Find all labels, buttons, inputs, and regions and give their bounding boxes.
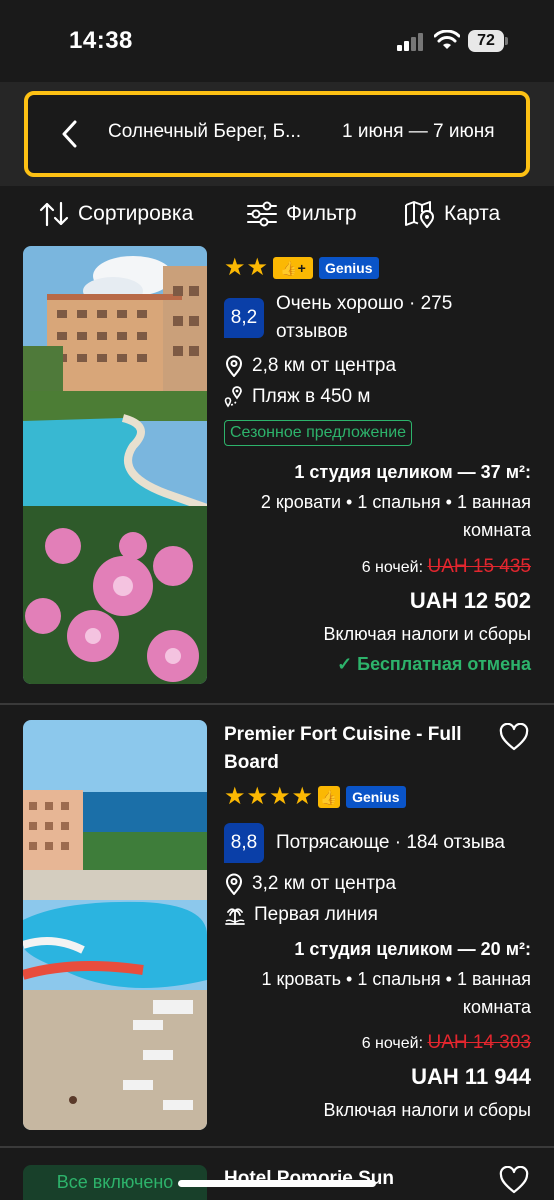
home-indicator[interactable] <box>178 1180 376 1187</box>
nights-label: 6 ночей: <box>361 1035 424 1052</box>
sort-label: Сортировка <box>78 202 194 225</box>
taxes-note: Включая налоги и сборы <box>323 624 531 644</box>
hotel-photo[interactable] <box>23 720 207 1130</box>
search-destination[interactable]: Солнечный Берег, Б... <box>108 121 301 143</box>
back-arrow-icon[interactable] <box>56 119 86 149</box>
star-icon: ★ <box>224 783 246 810</box>
price-nights-row: 6 ночей: UAH 14 303 <box>362 1032 531 1054</box>
hotel-card[interactable]: ★ ★ 👍+ Genius 8,2 Очень хорошо · 275 отз… <box>0 244 554 704</box>
results-toolbar: Сортировка Фильтр Карта <box>0 186 554 244</box>
distance-text: 2,8 км от центра <box>252 355 397 376</box>
palm-tree-icon <box>225 908 245 925</box>
current-price: UAH 12 502 <box>409 588 531 613</box>
room-detail: 1 кровать • 1 спальня • 1 ванная комната <box>261 969 531 1017</box>
star-icon: ★ <box>246 783 269 810</box>
beach-text: Первая линия <box>254 904 378 925</box>
distance-row: 3,2 км от центра <box>224 873 396 895</box>
star-rating: ★ ★ 👍+ Genius <box>224 256 379 280</box>
beach-text: Пляж в 450 м <box>252 386 371 407</box>
beach-row: Пляж в 450 м <box>224 386 370 408</box>
filter-label: Фильтр <box>286 202 357 225</box>
star-icon: ★ <box>246 254 269 281</box>
old-price: UAH 15 435 <box>427 556 531 577</box>
current-price: UAH 11 944 <box>411 1064 531 1089</box>
nights-label: 6 ночей: <box>361 559 424 576</box>
location-pin-icon <box>225 873 243 895</box>
search-dates[interactable]: 1 июня — 7 июня <box>342 121 495 143</box>
distance-text: 3,2 км от центра <box>252 873 397 894</box>
hotel-card[interactable]: Premier Fort Cuisine - Full Board ★ ★ ★ … <box>0 705 554 1145</box>
genius-badge: Genius <box>319 257 379 279</box>
taxes-note: Включая налоги и сборы <box>323 1100 531 1120</box>
status-bar: 14:38 72 <box>0 0 554 82</box>
cellular-signal-icon <box>397 33 423 51</box>
search-header: Солнечный Берег, Б... 1 июня — 7 июня <box>0 82 554 186</box>
map-label: Карта <box>444 202 501 225</box>
room-title: 1 студия целиком — 20 м²: <box>294 939 531 959</box>
sort-icon <box>39 201 69 227</box>
location-pin-icon <box>225 355 243 377</box>
price-nights-row: 6 ночей: UAH 15 435 <box>362 556 531 578</box>
map-icon <box>405 201 435 228</box>
sort-button[interactable]: Сортировка <box>38 200 193 228</box>
battery-icon: 72 <box>468 30 508 52</box>
review-summary: Потрясающе · 184 отзыва <box>276 832 505 853</box>
star-icon: ★ <box>291 783 314 810</box>
filter-button[interactable]: Фильтр <box>246 200 357 228</box>
hotel-name[interactable]: Hotel Pomorie Sun <box>224 1165 464 1193</box>
card-divider <box>0 1146 554 1148</box>
distance-row: 2,8 км от центра <box>224 355 396 377</box>
search-summary-box[interactable]: Солнечный Берег, Б... 1 июня — 7 июня <box>24 91 530 177</box>
wifi-icon <box>434 30 460 49</box>
route-pin-icon <box>224 386 242 408</box>
seasonal-deal-badge: Сезонное предложение <box>224 420 413 446</box>
room-detail: 2 кровати • 1 спальня • 1 ванная комната <box>260 492 531 540</box>
genius-badge: Genius <box>346 786 406 808</box>
preferred-partner-badge: 👍 <box>318 786 341 808</box>
filter-icon <box>247 201 277 227</box>
review-summary: Очень хорошо · 275 отзывов <box>276 293 453 342</box>
star-rating: ★ ★ ★ ★ 👍 Genius <box>224 785 406 809</box>
old-price: UAH 14 303 <box>427 1032 531 1053</box>
map-button[interactable]: Карта <box>404 200 500 228</box>
star-icon: ★ <box>269 783 291 810</box>
review-score: 8,2 <box>224 298 264 338</box>
preferred-partner-badge: 👍+ <box>273 257 314 279</box>
hotel-name[interactable]: Premier Fort Cuisine - Full Board <box>224 721 464 777</box>
hotel-photo[interactable] <box>23 246 207 684</box>
beach-row: Первая линия <box>224 904 378 926</box>
review-score: 8,8 <box>224 823 264 863</box>
status-time: 14:38 <box>69 27 133 54</box>
favorite-heart-icon[interactable] <box>499 723 529 751</box>
free-cancellation: ✓ Бесплатная отмена <box>337 654 531 674</box>
star-icon: ★ <box>224 254 246 281</box>
battery-level: 72 <box>468 30 504 52</box>
room-title: 1 студия целиком — 37 м²: <box>294 462 531 482</box>
favorite-heart-icon[interactable] <box>499 1166 529 1194</box>
